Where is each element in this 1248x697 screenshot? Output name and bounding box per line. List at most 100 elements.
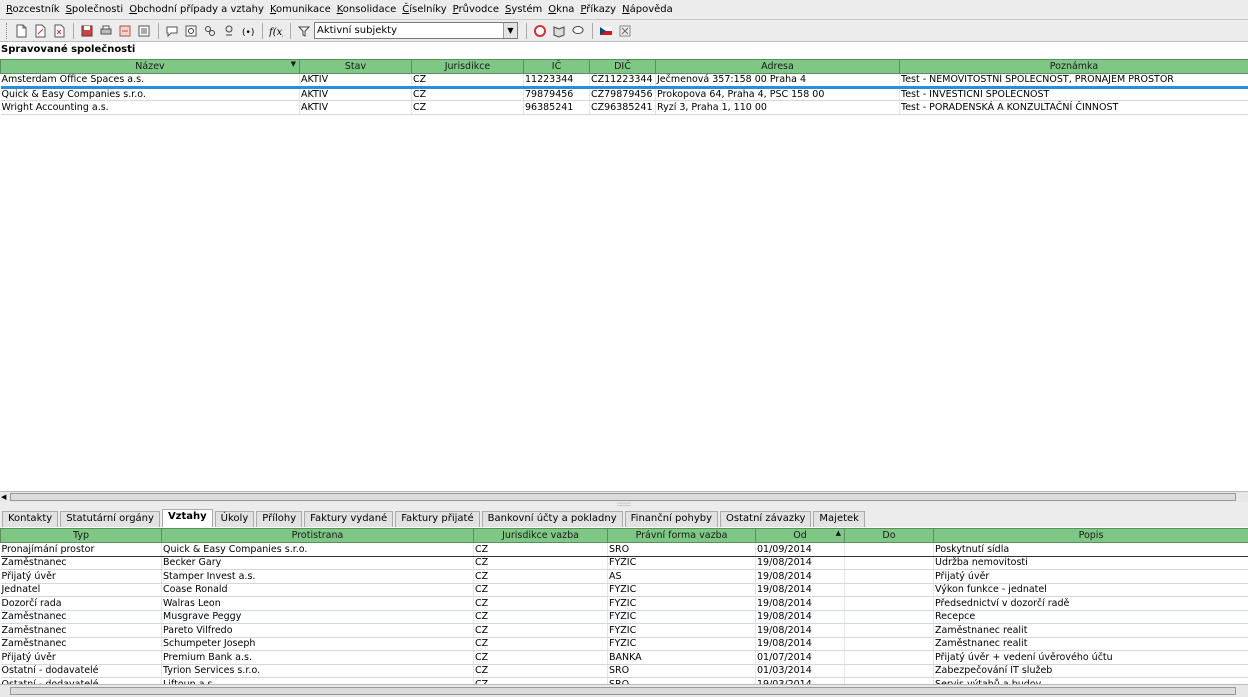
cell-do[interactable] <box>844 583 934 597</box>
properties-icon[interactable] <box>135 22 153 40</box>
cell-jurisdikce-vazba[interactable]: CZ <box>473 610 608 624</box>
cell-od[interactable]: 01/07/2014 <box>755 650 845 665</box>
tab-prilohy[interactable]: Přílohy <box>256 511 303 527</box>
cell-nazev[interactable]: Quick & Easy Companies s.r.o. <box>0 87 300 101</box>
cell-poznamka[interactable]: Test - NEMOVITOSTNÍ SPOLEČNOST, PRONÁJEM… <box>899 73 1248 89</box>
export-icon[interactable] <box>116 22 134 40</box>
subject-filter-select[interactable]: Aktivní subjekty ▼ <box>314 22 518 39</box>
menu-item-napoveda[interactable]: Nápověda <box>619 4 676 15</box>
cell-protistrana[interactable]: Premium Bank a.s. <box>161 650 474 665</box>
cell-od[interactable]: 19/08/2014 <box>755 637 845 651</box>
cell-jurisdikce[interactable]: CZ <box>411 100 524 115</box>
menu-item-obchodni-pripady-a-vztahy[interactable]: Obchodní případy a vztahy <box>126 4 267 15</box>
chevron-down-icon[interactable]: ▼ <box>503 23 517 38</box>
cell-popis[interactable]: Údržba nemovitosti <box>933 556 1248 570</box>
table-row[interactable]: Zaměstnanec Pareto Vilfredo CZ FYZIC 19/08/2… <box>0 623 1248 638</box>
cell-popis[interactable]: Poskytnutí sídla <box>933 542 1248 557</box>
cell-typ[interactable]: Dozorčí rada <box>0 596 162 611</box>
table-row[interactable]: Zaměstnanec Becker Gary CZ FYZIC 19/08/2014 Ú… <box>0 556 1248 570</box>
cell-ic[interactable]: 11223344 <box>523 73 590 89</box>
cell-pravni-forma-vazba[interactable]: FYZIC <box>607 610 756 624</box>
book-icon[interactable] <box>550 22 568 40</box>
table-row[interactable]: Ostatní - dodavatelé Tyrion Services s.r.… <box>0 664 1248 678</box>
cell-od[interactable]: 19/08/2014 <box>755 569 845 584</box>
cell-typ[interactable]: Přijatý úvěr <box>0 650 162 665</box>
tab-statutarni-organy[interactable]: Statutární orgány <box>60 511 160 527</box>
cell-stav[interactable]: AKTIV <box>299 100 412 115</box>
cell-do[interactable] <box>844 556 934 570</box>
tab-vztahy[interactable]: Vztahy <box>161 509 213 527</box>
menu-item-pruvodce[interactable]: Průvodce <box>450 4 502 15</box>
menu-item-okna[interactable]: Okna <box>545 4 577 15</box>
cell-od[interactable]: 01/09/2014 <box>755 542 845 557</box>
table-row[interactable]: Zaměstnanec Schumpeter Joseph CZ FYZIC 19/08… <box>0 637 1248 651</box>
column-header-stav[interactable]: Stav <box>299 59 412 74</box>
cell-poznamka[interactable]: Test - INVESTIČNÍ SPOLEČNOST <box>899 87 1248 101</box>
cell-jurisdikce-vazba[interactable]: CZ <box>473 569 608 584</box>
new-document-icon[interactable] <box>12 22 30 40</box>
column-header-popis[interactable]: Popis <box>933 528 1248 543</box>
filter-icon[interactable] <box>295 22 313 40</box>
cell-od[interactable]: 19/08/2014 <box>755 610 845 624</box>
cell-dic[interactable]: CZ79879456 <box>589 87 656 101</box>
tab-faktury-prijate[interactable]: Faktury přijaté <box>395 511 480 527</box>
cell-popis[interactable]: Recepce <box>933 610 1248 624</box>
cell-jurisdikce[interactable]: CZ <box>411 73 524 89</box>
cell-typ[interactable]: Ostatní - dodavatelé <box>0 664 162 678</box>
relations-horizontal-scrollbar[interactable] <box>0 684 1248 697</box>
cell-pravni-forma-vazba[interactable]: SRO <box>607 664 756 678</box>
cell-pravni-forma-vazba[interactable]: FYZIC <box>607 583 756 597</box>
menu-item-komunikace[interactable]: Komunikace <box>267 4 334 15</box>
tab-bankovni-ucty-a-pokladny[interactable]: Bankovní účty a pokladny <box>481 511 623 527</box>
cell-do[interactable] <box>844 637 934 651</box>
cell-do[interactable] <box>844 650 934 665</box>
formula-icon[interactable]: f(x) <box>267 22 285 40</box>
menu-item-system[interactable]: Systém <box>502 4 545 15</box>
cell-typ[interactable]: Zaměstnanec <box>0 610 162 624</box>
cell-od[interactable]: 19/08/2014 <box>755 583 845 597</box>
menu-item-spolecnosti[interactable]: Společnosti <box>63 4 127 15</box>
scrollbar-thumb[interactable] <box>10 493 1236 501</box>
column-header-typ[interactable]: Typ <box>0 528 162 543</box>
cell-do[interactable] <box>844 596 934 611</box>
column-header-ic[interactable]: IČ <box>523 59 590 74</box>
cell-jurisdikce-vazba[interactable]: CZ <box>473 623 608 638</box>
tab-financni-pohyby[interactable]: Finanční pohyby <box>624 511 719 527</box>
cell-pravni-forma-vazba[interactable]: SRO <box>607 542 756 557</box>
cell-od[interactable]: 01/03/2014 <box>755 664 845 678</box>
cell-stav[interactable]: AKTIV <box>299 87 412 101</box>
cell-protistrana[interactable]: Pareto Vilfredo <box>161 623 474 638</box>
column-header-poznamka[interactable]: Poznámka <box>899 59 1248 74</box>
column-header-do[interactable]: Do <box>844 528 934 543</box>
scroll-left-icon[interactable]: ◀ <box>1 493 6 501</box>
cell-do[interactable] <box>844 664 934 678</box>
table-row[interactable]: Amsterdam Office Spaces a.s. AKTIV CZ 11223… <box>0 73 1248 89</box>
group-icon[interactable] <box>201 22 219 40</box>
lifebuoy-icon[interactable] <box>531 22 549 40</box>
tab-faktury-vydane[interactable]: Faktury vydané <box>304 511 394 527</box>
cell-do[interactable] <box>844 623 934 638</box>
cell-jurisdikce-vazba[interactable]: CZ <box>473 637 608 651</box>
comment-icon[interactable] <box>163 22 181 40</box>
table-row[interactable]: Přijatý úvěr Premium Bank a.s. CZ BANKA 01/0… <box>0 650 1248 665</box>
cell-pravni-forma-vazba[interactable]: BANKA <box>607 650 756 665</box>
cell-protistrana[interactable]: Quick & Easy Companies s.r.o. <box>161 542 474 557</box>
cell-jurisdikce[interactable]: CZ <box>411 87 524 101</box>
cell-jurisdikce-vazba[interactable]: CZ <box>473 596 608 611</box>
cell-jurisdikce-vazba[interactable]: CZ <box>473 650 608 665</box>
refresh-icon[interactable]: (•) <box>239 22 257 40</box>
cell-od[interactable]: 19/08/2014 <box>755 596 845 611</box>
column-header-dic[interactable]: DIČ <box>589 59 656 74</box>
cell-jurisdikce-vazba[interactable]: CZ <box>473 542 608 557</box>
column-header-nazev[interactable]: Název ▼ <box>0 59 300 74</box>
cell-od[interactable]: 19/08/2014 <box>755 556 845 570</box>
column-header-jurisdikce-vazba[interactable]: Jurisdikce vazba <box>473 528 608 543</box>
table-row[interactable]: Přijatý úvěr Stamper Invest a.s. CZ AS 19/08… <box>0 569 1248 584</box>
tab-kontakty[interactable]: Kontakty <box>2 511 59 527</box>
cell-adresa[interactable]: Ječmenová 357:158 00 Praha 4 <box>655 73 900 89</box>
table-row[interactable]: Zaměstnanec Musgrave Peggy CZ FYZIC 19/08/20… <box>0 610 1248 624</box>
cell-popis[interactable]: Přijatý úvěr <box>933 569 1248 584</box>
scrollbar-thumb[interactable] <box>10 687 1236 695</box>
print-icon[interactable] <box>97 22 115 40</box>
column-header-jurisdikce[interactable]: Jurisdikce <box>411 59 524 74</box>
